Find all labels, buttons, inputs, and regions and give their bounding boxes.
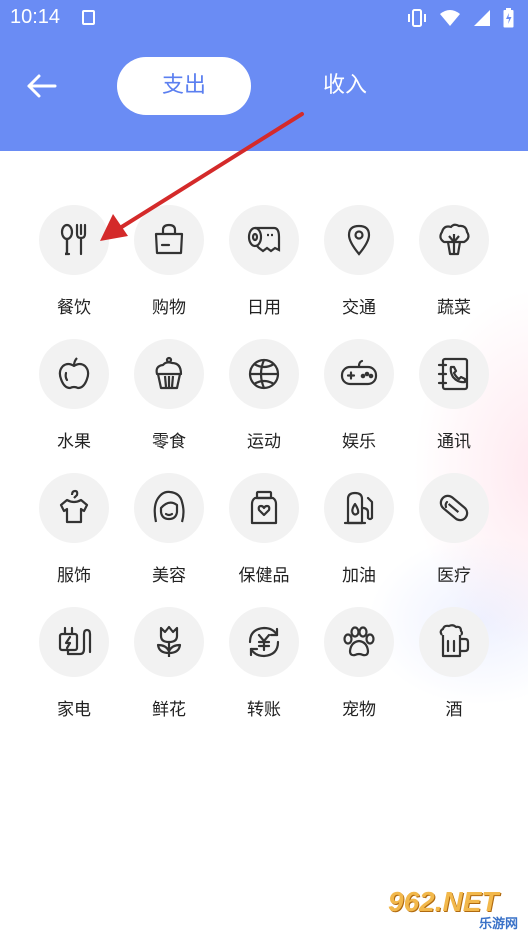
- pill-icon: [439, 494, 469, 522]
- basketball-icon: [248, 358, 280, 390]
- app-header: 10:14 支出 收入: [0, 0, 528, 151]
- vibrate-icon: [408, 9, 426, 27]
- woman-face-icon: [153, 490, 185, 523]
- category-transport[interactable]: 交通: [311, 205, 407, 325]
- watermark-logo: 962.NET 乐游网: [388, 886, 520, 932]
- category-pets[interactable]: 宠物: [311, 607, 407, 727]
- toilet-paper-icon: [247, 226, 281, 253]
- category-transfer[interactable]: 转账: [216, 607, 312, 727]
- utensils-icon: [60, 223, 87, 256]
- fuel-pump-icon: [343, 491, 374, 525]
- category-label: 蔬菜: [437, 298, 471, 318]
- category-label: 美容: [152, 566, 186, 586]
- shopping-bag-icon: [154, 223, 184, 255]
- status-icons: [407, 8, 514, 28]
- category-vegetables[interactable]: 蔬菜: [406, 205, 502, 325]
- category-supplements[interactable]: 保健品: [216, 473, 312, 593]
- battery-icon: [503, 8, 514, 28]
- status-time: 10:14: [10, 6, 61, 28]
- watermark-sub: 乐游网: [478, 917, 518, 932]
- category-clothing[interactable]: 服饰: [26, 473, 122, 593]
- yuan-transfer-icon: [248, 626, 280, 658]
- supplement-jar-icon: [250, 490, 278, 525]
- category-fuel[interactable]: 加油: [311, 473, 407, 593]
- category-label: 服饰: [57, 566, 91, 586]
- apple-icon: [58, 357, 90, 390]
- category-sports[interactable]: 运动: [216, 339, 312, 459]
- category-entertainment[interactable]: 娱乐: [311, 339, 407, 459]
- power-plug-icon: [58, 626, 92, 656]
- shirt-hanger-icon: [59, 489, 89, 524]
- flower-icon: [156, 625, 182, 657]
- phone-book-icon: [437, 357, 469, 391]
- category-label: 家电: [57, 700, 91, 720]
- paw-icon: [343, 626, 375, 657]
- category-beauty[interactable]: 美容: [121, 473, 217, 593]
- category-label: 购物: [152, 298, 186, 318]
- status-bar: 10:14: [0, 0, 528, 36]
- category-alcohol[interactable]: 酒: [406, 607, 502, 727]
- category-label: 宠物: [342, 700, 376, 720]
- category-label: 运动: [247, 432, 281, 452]
- arrow-left-icon: [27, 74, 57, 98]
- wifi-icon: [440, 10, 460, 26]
- tab-expense[interactable]: 支出: [117, 57, 251, 115]
- category-label: 交通: [342, 298, 376, 318]
- category-label: 零食: [152, 432, 186, 452]
- category-label: 保健品: [238, 566, 290, 586]
- notification-icon: [82, 10, 95, 25]
- category-label: 转账: [247, 700, 281, 720]
- category-fruit[interactable]: 水果: [26, 339, 122, 459]
- category-flowers[interactable]: 鲜花: [121, 607, 217, 727]
- category-daily-use[interactable]: 日用: [216, 205, 312, 325]
- category-medical[interactable]: 医疗: [406, 473, 502, 593]
- category-appliances[interactable]: 家电: [26, 607, 122, 727]
- vegetable-icon: [439, 223, 470, 256]
- category-label: 鲜花: [152, 700, 186, 720]
- category-communication[interactable]: 通讯: [406, 339, 502, 459]
- category-label: 水果: [57, 432, 91, 452]
- category-label: 通讯: [437, 432, 471, 452]
- beer-mug-icon: [439, 624, 470, 658]
- tab-income[interactable]: 收入: [300, 57, 390, 115]
- category-label: 酒: [445, 700, 463, 720]
- category-snacks[interactable]: 零食: [121, 339, 217, 459]
- category-label: 娱乐: [342, 432, 376, 452]
- gamepad-icon: [340, 359, 378, 386]
- category-label: 加油: [342, 566, 376, 586]
- location-pin-icon: [347, 224, 371, 256]
- signal-icon: [474, 10, 490, 26]
- category-shopping[interactable]: 购物: [121, 205, 217, 325]
- cupcake-icon: [155, 356, 183, 390]
- category-label: 医疗: [437, 566, 471, 586]
- category-label: 餐饮: [57, 298, 91, 318]
- category-dining[interactable]: 餐饮: [26, 205, 122, 325]
- back-button[interactable]: [24, 70, 60, 102]
- category-label: 日用: [247, 298, 281, 318]
